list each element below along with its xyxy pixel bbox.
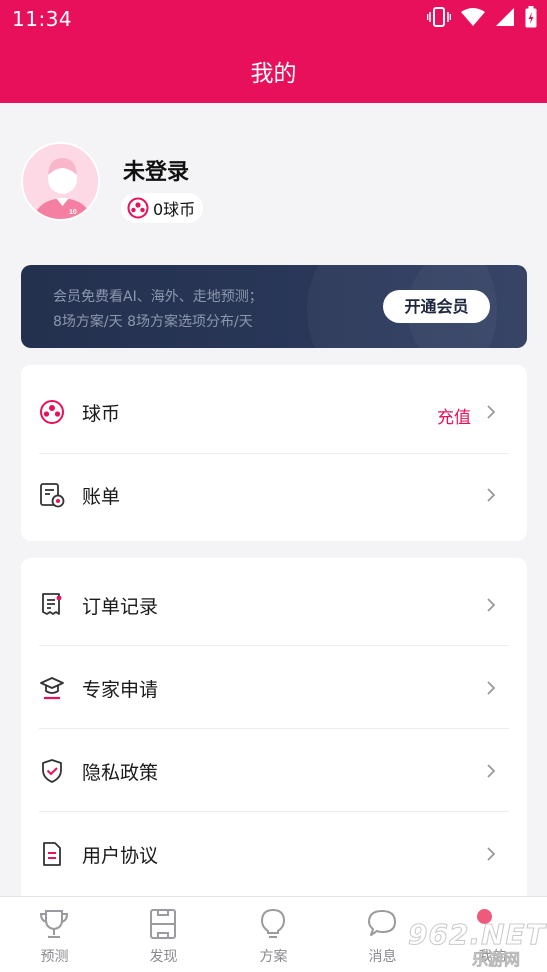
tab-label: 发现 <box>149 949 178 965</box>
status-icons <box>427 6 537 28</box>
vibrate-icon <box>427 7 451 27</box>
chevron-right-icon <box>487 847 496 861</box>
coin-balance-text: 0球币 <box>153 200 196 219</box>
username[interactable]: 未登录 <box>123 154 189 186</box>
soccer-ball-icon <box>40 400 64 424</box>
menu-card-more: 订单记录 专家申请 隐私政策 用户协议 <box>21 558 527 903</box>
recharge-link[interactable]: 充值 <box>437 403 471 428</box>
menu-item-order-records[interactable]: 订单记录 <box>21 563 527 646</box>
menu-item-user-agreement[interactable]: 用户协议 <box>21 812 527 895</box>
chevron-right-icon <box>487 405 496 419</box>
status-bar: 11:34 <box>0 0 547 36</box>
vip-banner[interactable]: 会员免费看AI、海外、走地预测； 8场方案/天 8场方案选项分布/天 开通会员 <box>21 265 527 348</box>
trophy-icon <box>39 910 69 938</box>
menu-item-label: 用户协议 <box>82 845 159 867</box>
document-icon <box>43 842 61 866</box>
tab-label: 预测 <box>40 949 69 965</box>
signal-icon <box>496 8 514 26</box>
chevron-right-icon <box>487 598 496 612</box>
menu-item-privacy-policy[interactable]: 隐私政策 <box>21 729 527 812</box>
bulb-icon <box>260 908 286 938</box>
tab-label: 方案 <box>259 949 288 965</box>
vip-description-line-2: 8场方案/天 8场方案选项分布/天 <box>53 314 253 330</box>
battery-icon <box>525 6 537 28</box>
bill-icon <box>40 483 65 508</box>
page-title: 我的 <box>250 61 297 87</box>
tab-plans[interactable]: 方案 <box>219 897 328 972</box>
receipt-icon <box>42 593 62 615</box>
soccer-ball-icon <box>127 197 149 219</box>
menu-item-bill[interactable]: 账单 <box>21 453 527 536</box>
chat-bubble-icon <box>368 910 396 936</box>
default-avatar-icon: 10 <box>23 144 98 219</box>
watermark-logo: 962.NET 乐游网 <box>408 918 546 970</box>
chevron-right-icon <box>487 488 496 502</box>
shield-check-icon <box>42 759 62 783</box>
menu-card-wallet: 球币 充值 账单 <box>21 365 527 541</box>
app-bar: 我的 <box>0 36 547 103</box>
svg-text:10: 10 <box>69 209 77 216</box>
menu-item-coins[interactable]: 球币 充值 <box>21 370 527 453</box>
graduate-icon <box>40 677 64 700</box>
chevron-right-icon <box>487 681 496 695</box>
field-icon <box>150 909 176 939</box>
menu-item-label: 专家申请 <box>82 679 159 701</box>
menu-item-expert-application[interactable]: 专家申请 <box>21 646 527 729</box>
menu-item-label: 球币 <box>82 403 121 425</box>
status-time: 11:34 <box>12 7 73 31</box>
coin-balance[interactable]: 0球币 <box>121 193 204 223</box>
menu-item-label: 订单记录 <box>82 596 159 618</box>
wifi-icon <box>461 8 485 26</box>
open-membership-button[interactable]: 开通会员 <box>383 290 490 323</box>
menu-item-label: 账单 <box>82 486 121 508</box>
tab-predict[interactable]: 预测 <box>0 897 109 972</box>
chevron-right-icon <box>487 764 496 778</box>
vip-description-line-1: 会员免费看AI、海外、走地预测； <box>53 289 263 305</box>
menu-item-label: 隐私政策 <box>82 762 159 784</box>
tab-discover[interactable]: 发现 <box>109 897 218 972</box>
watermark-subtext: 乐游网 <box>472 950 521 970</box>
avatar[interactable]: 10 <box>21 142 100 221</box>
